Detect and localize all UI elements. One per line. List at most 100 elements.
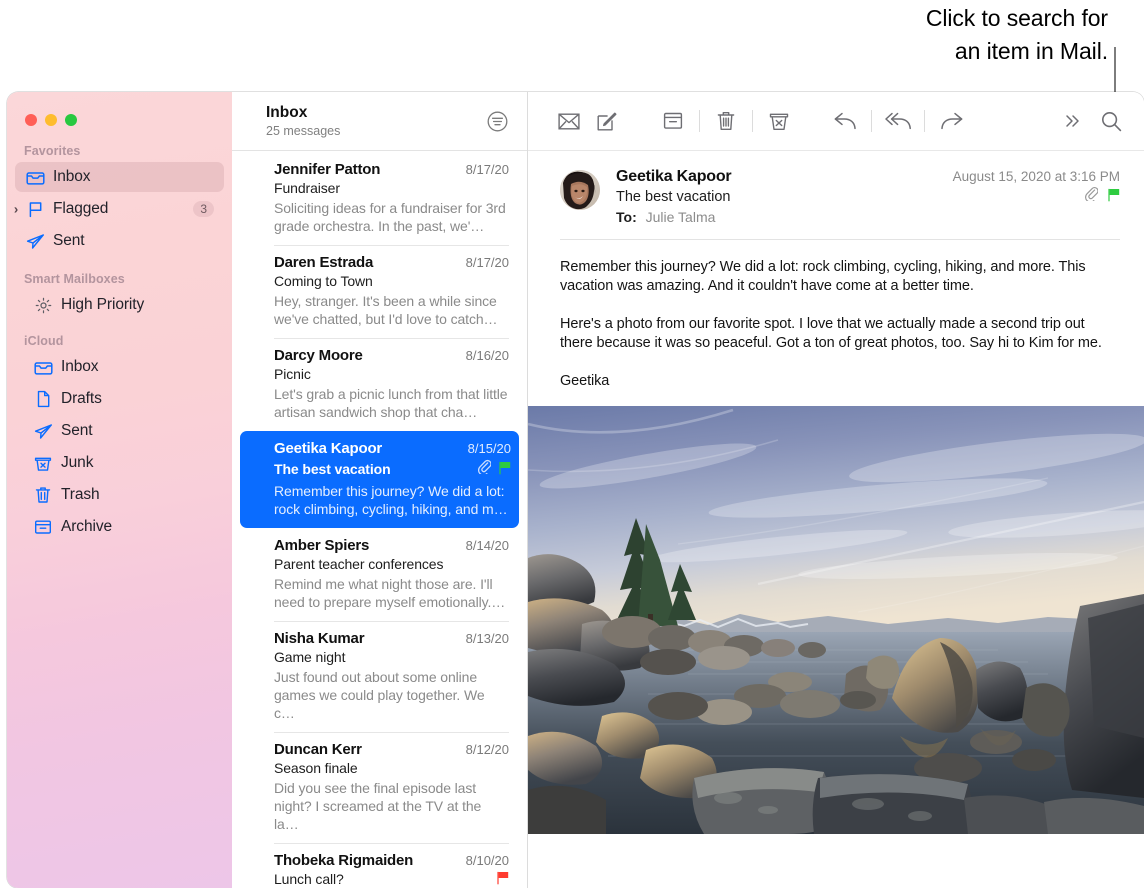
message-timestamp: August 15, 2020 at 3:16 PM	[953, 169, 1120, 184]
message-list-item[interactable]: Amber Spiers 8/14/20 Parent teacher conf…	[242, 528, 517, 621]
message-sender: Jennifer Patton	[274, 161, 380, 178]
message-date: 8/15/20	[460, 441, 511, 456]
zoom-button[interactable]	[65, 114, 77, 126]
reply-icon[interactable]	[826, 104, 864, 138]
message-list-item-selected[interactable]: Geetika Kapoor 8/15/20 The best vacation	[240, 431, 519, 528]
inbox-tray-icon	[24, 168, 46, 186]
message-snippet: Remind me what night those are. I'll nee…	[274, 575, 509, 611]
sidebar-group-title: Smart Mailboxes	[7, 272, 232, 290]
toolbar	[528, 92, 1144, 151]
message-sender: Darcy Moore	[274, 347, 363, 364]
message-list-item[interactable]: Daren Estrada 8/17/20 Coming to Town Hey…	[242, 245, 517, 338]
sidebar-item-archive[interactable]: Archive	[15, 512, 224, 542]
sidebar-group-favorites: Favorites Inbox ›	[7, 144, 232, 256]
forward-icon[interactable]	[932, 104, 970, 138]
message-count: 25 messages	[266, 123, 340, 139]
message-list-column: Inbox 25 messages Jennifer Patton 8/17/2…	[232, 92, 528, 888]
lake-shore-boulders-photo[interactable]	[528, 406, 1144, 834]
callout-leader-line	[1114, 47, 1116, 94]
sidebar-item-inbox-icloud[interactable]: Inbox	[15, 352, 224, 382]
sidebar-item-sent-icloud[interactable]: Sent	[15, 416, 224, 446]
sidebar-item-inbox-favorite[interactable]: Inbox	[15, 162, 224, 192]
archive-box-icon	[32, 518, 54, 536]
message-sender: Duncan Kerr	[274, 741, 362, 758]
message-snippet: Just found out about some online games w…	[274, 668, 509, 722]
flag-green-icon[interactable]	[1107, 188, 1120, 204]
get-mail-icon[interactable]	[550, 104, 588, 138]
to-value[interactable]: Julie Talma	[646, 209, 716, 225]
attachment-area	[528, 406, 1144, 888]
delete-trash-icon[interactable]	[707, 104, 745, 138]
message-list-header: Inbox 25 messages	[232, 92, 527, 151]
sidebar-item-label: Trash	[61, 486, 100, 504]
message-subject: The best vacation	[274, 461, 391, 477]
compose-icon[interactable]	[588, 104, 626, 138]
message-date: 8/13/20	[458, 631, 509, 646]
mailbox-title: Inbox	[266, 104, 340, 122]
more-chevrons-icon[interactable]	[1054, 104, 1092, 138]
message-list-item[interactable]: Darcy Moore 8/16/20 Picnic Let's grab a …	[242, 338, 517, 431]
body-paragraph: Here's a photo from our favorite spot. I…	[560, 315, 1120, 353]
sidebar-item-label: Sent	[61, 422, 93, 440]
paper-plane-icon	[32, 422, 54, 440]
sidebar-item-label: High Priority	[61, 296, 144, 314]
message-date: 8/16/20	[458, 348, 509, 363]
sidebar-item-label: Inbox	[53, 168, 90, 186]
sidebar-item-flagged[interactable]: › Flagged 3	[15, 194, 224, 224]
toolbar-divider	[752, 110, 753, 132]
message-subject: Coming to Town	[274, 273, 373, 289]
sidebar-item-sent-favorite[interactable]: Sent	[15, 226, 224, 256]
to-label: To:	[616, 209, 637, 225]
archive-icon[interactable]	[654, 104, 692, 138]
message-sender: Geetika Kapoor	[274, 440, 382, 457]
message-body: Remember this journey? We did a lot: roc…	[528, 240, 1144, 391]
message-date: 8/10/20	[458, 853, 509, 868]
sidebar-item-label: Sent	[53, 232, 85, 250]
mail-window: Favorites Inbox ›	[7, 92, 1144, 888]
screenshot-root: Click to search for an item in Mail. Fav…	[0, 0, 1144, 888]
sidebar-item-label: Drafts	[61, 390, 102, 408]
message-sender: Amber Spiers	[274, 537, 369, 554]
message-snippet: Did you see the final episode last night…	[274, 779, 509, 833]
recipient-row: To: Julie Talma	[616, 209, 1120, 225]
message-subject: Fundraiser	[274, 180, 340, 196]
sidebar-item-drafts[interactable]: Drafts	[15, 384, 224, 414]
sidebar-group-title: iCloud	[7, 334, 232, 352]
avatar	[560, 170, 600, 210]
body-paragraph: Remember this journey? We did a lot: roc…	[560, 258, 1120, 296]
sidebar-item-label: Flagged	[53, 200, 108, 218]
message-snippet: Hey, stranger. It's been a while since w…	[274, 292, 509, 328]
message-date: 8/14/20	[458, 538, 509, 553]
message-sender: Thobeka Rigmaiden	[274, 852, 413, 869]
reading-pane: Geetika Kapoor August 15, 2020 at 3:16 P…	[528, 92, 1144, 888]
message-date: 8/17/20	[458, 255, 509, 270]
sidebar-item-high-priority[interactable]: High Priority	[15, 290, 224, 320]
flag-red-icon	[496, 871, 509, 887]
message-list-item[interactable]: Duncan Kerr 8/12/20 Season finale Did yo…	[242, 732, 517, 843]
trash-icon	[32, 486, 54, 504]
sort-filter-icon[interactable]	[486, 110, 509, 133]
message-list-item[interactable]: Nisha Kumar 8/13/20 Game night Just foun…	[242, 621, 517, 732]
flagged-count-badge: 3	[193, 201, 214, 217]
chevron-right-icon[interactable]: ›	[9, 202, 23, 217]
close-button[interactable]	[25, 114, 37, 126]
callout-line-1: Click to search for	[808, 2, 1108, 35]
callout-line-2: an item in Mail.	[808, 35, 1108, 68]
sidebar-group-icloud: iCloud Inbox	[7, 334, 232, 542]
paperclip-icon[interactable]	[1085, 186, 1098, 206]
sidebar-item-trash[interactable]: Trash	[15, 480, 224, 510]
reply-all-icon[interactable]	[879, 104, 917, 138]
message-subject: The best vacation	[616, 189, 730, 205]
message-list-item[interactable]: Thobeka Rigmaiden 8/10/20 Lunch call?	[242, 843, 517, 888]
message-list-scroll[interactable]: Jennifer Patton 8/17/20 Fundraiser Solic…	[232, 151, 527, 888]
window-controls	[25, 114, 77, 126]
message-snippet: Remember this journey? We did a lot: roc…	[274, 482, 511, 518]
sidebar-item-junk[interactable]: Junk	[15, 448, 224, 478]
search-icon[interactable]	[1092, 104, 1130, 138]
flag-green-icon	[498, 461, 511, 477]
callout-annotation: Click to search for an item in Mail.	[808, 2, 1108, 68]
minimize-button[interactable]	[45, 114, 57, 126]
message-subject: Picnic	[274, 366, 311, 382]
junk-icon[interactable]	[760, 104, 798, 138]
message-list-item[interactable]: Jennifer Patton 8/17/20 Fundraiser Solic…	[242, 152, 517, 245]
